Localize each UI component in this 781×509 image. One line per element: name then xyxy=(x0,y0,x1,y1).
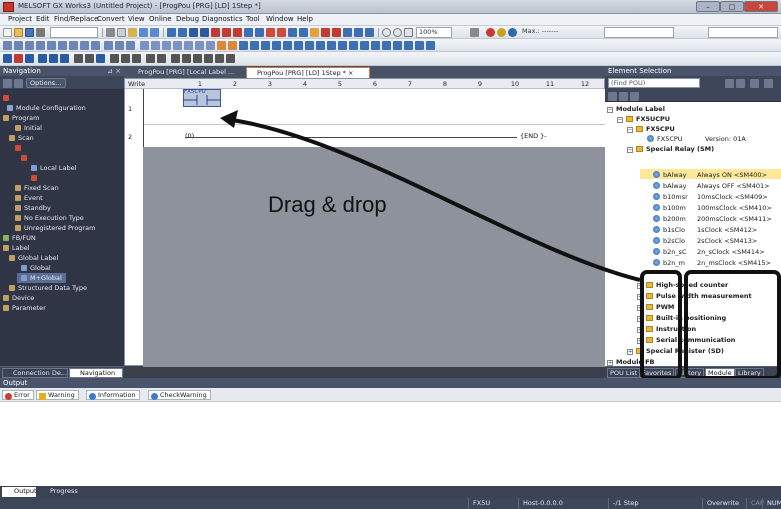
output-header: Output xyxy=(0,378,781,388)
status-step: -/1 Step xyxy=(608,498,702,509)
status-num: NUM xyxy=(762,498,781,509)
filter-warning-button[interactable]: Warning xyxy=(36,390,79,400)
filter-error-button[interactable]: Error xyxy=(2,390,34,400)
status-bar: FX5U Host-0.0.0.0 -/1 Step Overwrite CAP… xyxy=(0,498,781,509)
status-model: FX5U xyxy=(468,498,518,509)
status-caps: CAP xyxy=(746,498,764,509)
output-body xyxy=(0,402,781,486)
tab-output[interactable]: Output xyxy=(2,487,37,497)
error-icon xyxy=(5,392,12,400)
tab-progress[interactable]: Progress xyxy=(38,487,82,497)
output-filters: Error Warning Information CheckWarning xyxy=(0,388,781,402)
information-icon xyxy=(89,392,96,400)
filter-information-button[interactable]: Information xyxy=(86,390,140,400)
filter-checkwarning-button[interactable]: CheckWarning xyxy=(148,390,211,400)
checkwarning-icon xyxy=(151,392,158,400)
drag-drop-annotation: Drag & drop xyxy=(268,192,387,217)
warning-icon xyxy=(39,392,46,400)
status-mode: Overwrite xyxy=(702,498,746,509)
output-title: Output xyxy=(3,379,28,387)
status-host: Host-0.0.0.0 xyxy=(518,498,608,509)
output-tabs: Output Progress xyxy=(0,486,781,498)
